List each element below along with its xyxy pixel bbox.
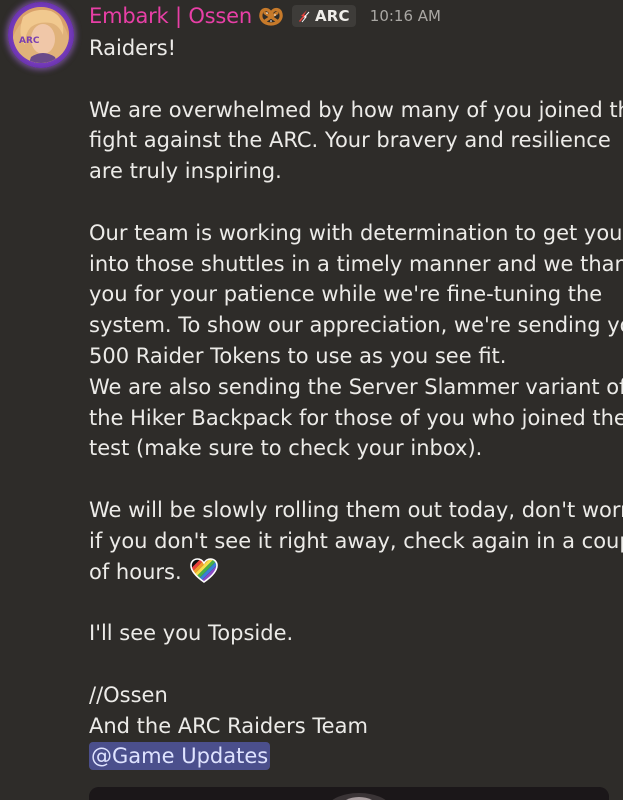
message-header: Embark | Ossen ARC 10:16 AM xyxy=(89,0,441,32)
message-line: system. To show our appreciation, we're … xyxy=(89,313,623,338)
attachment-preview[interactable] xyxy=(89,787,609,800)
message-line: I'll see you Topside. xyxy=(89,621,294,646)
message-line-text: of hours. xyxy=(89,559,182,584)
message-line: //Ossen xyxy=(89,682,168,707)
message-line: @Game Updates xyxy=(89,741,617,772)
message-line: into those shuttles in a timely manner a… xyxy=(89,251,623,276)
avatar-photo: ARC xyxy=(13,7,69,63)
message-line: are truly inspiring. xyxy=(89,159,282,184)
message-line: test (make sure to check your inbox). xyxy=(89,436,483,461)
message-line: We are also sending the Server Slammer v… xyxy=(89,374,623,399)
message-line: Raiders! xyxy=(89,36,177,60)
message-line: We will be slowly rolling them out today… xyxy=(89,497,623,522)
message-timestamp[interactable]: 10:16 AM xyxy=(370,7,441,25)
role-tag-label: ARC xyxy=(315,7,350,25)
message-line: 500 Raider Tokens to use as you see fit. xyxy=(89,343,507,368)
message-content: Raiders! We are overwhelmed by how many … xyxy=(89,33,623,772)
message-line: And the ARC Raiders Team xyxy=(89,713,368,738)
lightning-icon xyxy=(296,8,312,24)
message-line: if you don't see it right away, check ag… xyxy=(89,528,623,553)
rainbow-heart-icon[interactable] xyxy=(190,557,219,584)
role-tag[interactable]: ARC xyxy=(292,5,356,27)
chat-message: ARC Embark | Ossen ARC 10:16 AM Raiders!… xyxy=(0,0,623,800)
message-line: the Hiker Backpack for those of you who … xyxy=(89,405,623,430)
role-mention[interactable]: @Game Updates xyxy=(89,742,271,771)
message-line: fight against the ARC. Your bravery and … xyxy=(89,128,611,153)
message-line: of hours. xyxy=(89,557,617,588)
pretzel-icon xyxy=(258,4,284,28)
user-avatar[interactable]: ARC xyxy=(8,2,74,68)
message-line: you for your patience while we're fine-t… xyxy=(89,282,603,307)
author-name[interactable]: Embark | Ossen xyxy=(89,4,252,28)
svg-text:ARC: ARC xyxy=(19,36,40,46)
message-line: We are overwhelmed by how many of you jo… xyxy=(89,97,623,122)
message-line: Our team is working with determination t… xyxy=(89,220,623,245)
